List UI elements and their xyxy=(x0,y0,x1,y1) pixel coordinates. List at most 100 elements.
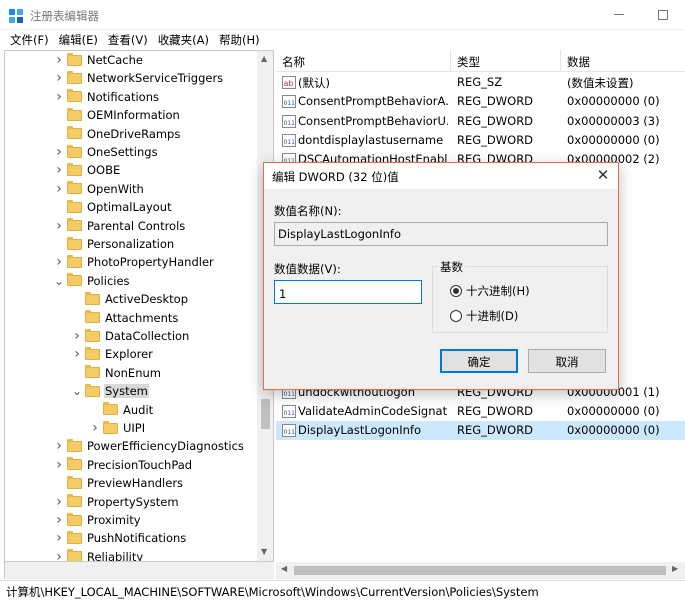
chevron-down-icon[interactable]: ⌄ xyxy=(71,384,83,398)
column-divider[interactable] xyxy=(450,50,451,72)
chevron-right-icon[interactable]: › xyxy=(53,457,65,473)
dec-radio-button[interactable] xyxy=(450,310,462,322)
tree-horizontal-scrollbar[interactable] xyxy=(4,562,274,579)
tree-item-label[interactable]: Proximity xyxy=(86,513,142,527)
value-data-input[interactable] xyxy=(274,280,422,304)
tree-item-label[interactable]: Notifications xyxy=(86,90,160,104)
hex-radio-option[interactable]: 十六进制(H) xyxy=(450,283,530,299)
scrollbar-thumb[interactable] xyxy=(261,399,270,429)
chevron-right-icon[interactable]: › xyxy=(53,512,65,528)
menu-file[interactable]: 文件(F) xyxy=(0,30,54,50)
tree-item[interactable]: › Explorer xyxy=(71,345,154,363)
column-header-name[interactable]: 名称 xyxy=(282,54,305,70)
chevron-right-icon[interactable]: › xyxy=(53,70,65,86)
tree-item[interactable]: › OOBE xyxy=(53,161,121,179)
tree-item-label[interactable]: PowerEfficiencyDiagnostics xyxy=(86,439,245,453)
tree-item[interactable]: › PropertySystem xyxy=(53,493,180,511)
chevron-right-icon[interactable]: › xyxy=(53,162,65,178)
tree-item-label[interactable]: OneDriveRamps xyxy=(86,127,181,141)
tree-item-label[interactable]: PushNotifications xyxy=(86,531,187,545)
scroll-down-icon[interactable]: ▼ xyxy=(261,547,267,556)
tree-item-label[interactable]: Policies xyxy=(86,274,131,288)
registry-key-tree[interactable]: › NetCache › NetworkServiceTriggers › Notific… xyxy=(4,50,274,562)
maximize-button[interactable] xyxy=(658,10,668,20)
chevron-right-icon[interactable]: › xyxy=(53,530,65,546)
tree-item-label[interactable]: PropertySystem xyxy=(86,495,180,509)
tree-item[interactable]: ⌄ Policies xyxy=(53,272,131,290)
list-horizontal-scrollbar[interactable]: ◀ ▶ xyxy=(276,562,685,579)
tree-item-label[interactable]: Attachments xyxy=(104,311,179,325)
chevron-right-icon[interactable]: › xyxy=(89,420,101,436)
chevron-down-icon[interactable]: ⌄ xyxy=(53,274,65,288)
tree-item[interactable]: OptimalLayout xyxy=(53,198,173,216)
tree-item-label[interactable]: NonEnum xyxy=(104,366,162,380)
scroll-right-icon[interactable]: ▶ xyxy=(672,564,678,573)
tree-item[interactable]: › Reliability xyxy=(53,548,144,561)
tree-item[interactable]: › PushNotifications xyxy=(53,529,187,547)
tree-item-label[interactable]: OOBE xyxy=(86,163,121,177)
tree-item[interactable]: › NetworkServiceTriggers xyxy=(53,69,224,87)
tree-item-label[interactable]: Audit xyxy=(122,403,154,417)
chevron-right-icon[interactable]: › xyxy=(53,89,65,105)
tree-item-label[interactable]: OpenWith xyxy=(86,182,145,196)
chevron-right-icon[interactable]: › xyxy=(53,549,65,561)
scrollbar-thumb[interactable] xyxy=(294,566,666,575)
tree-item[interactable]: › DataCollection xyxy=(71,327,190,345)
tree-item-label[interactable]: PreviewHandlers xyxy=(86,476,184,490)
tree-item[interactable]: Personalization xyxy=(53,235,175,253)
chevron-right-icon[interactable]: › xyxy=(53,218,65,234)
tree-item-label[interactable]: ActiveDesktop xyxy=(104,292,189,306)
chevron-right-icon[interactable]: › xyxy=(53,494,65,510)
hex-radio-button[interactable] xyxy=(450,285,462,297)
tree-item[interactable]: › NetCache xyxy=(53,51,144,69)
chevron-right-icon[interactable]: › xyxy=(53,438,65,454)
tree-item[interactable]: › PrecisionTouchPad xyxy=(53,456,193,474)
tree-item-label[interactable]: UIPI xyxy=(122,421,146,435)
tree-item[interactable]: › PhotoPropertyHandler xyxy=(53,253,215,271)
tree-item[interactable]: › Notifications xyxy=(53,88,160,106)
chevron-right-icon[interactable]: › xyxy=(71,346,83,362)
tree-item[interactable]: OEMInformation xyxy=(53,106,181,124)
chevron-right-icon[interactable]: › xyxy=(53,52,65,68)
tree-item[interactable]: › OpenWith xyxy=(53,180,145,198)
tree-item[interactable]: Audit xyxy=(89,401,154,419)
chevron-right-icon[interactable]: › xyxy=(53,254,65,270)
tree-item[interactable]: › Parental Controls xyxy=(53,217,186,235)
tree-item-label[interactable]: Explorer xyxy=(104,347,154,361)
cancel-button[interactable]: 取消 xyxy=(528,349,606,373)
value-row[interactable]: 011 dontdisplaylastusername REG_DWORD 0x000… xyxy=(276,131,685,150)
tree-item-label[interactable]: Parental Controls xyxy=(86,219,186,233)
scroll-up-icon[interactable]: ▲ xyxy=(261,54,267,63)
minimize-button[interactable] xyxy=(614,14,624,15)
tree-item[interactable]: OneDriveRamps xyxy=(53,125,181,143)
value-row[interactable]: 011 ConsentPromptBehaviorA... REG_DWORD 0x0… xyxy=(276,92,685,111)
tree-item-label[interactable]: DataCollection xyxy=(104,329,190,343)
tree-item-label[interactable]: PhotoPropertyHandler xyxy=(86,255,215,269)
menu-help[interactable]: 帮助(H) xyxy=(214,30,265,50)
menu-favorites[interactable]: 收藏夹(A) xyxy=(153,30,214,50)
tree-item[interactable]: PreviewHandlers xyxy=(53,474,184,492)
tree-item[interactable]: ActiveDesktop xyxy=(71,290,189,308)
chevron-right-icon[interactable]: › xyxy=(53,144,65,160)
menu-view[interactable]: 查看(V) xyxy=(103,30,153,50)
dec-radio-option[interactable]: 十进制(D) xyxy=(450,308,518,324)
tree-item[interactable]: ⌄ System xyxy=(71,382,149,400)
tree-item[interactable]: Attachments xyxy=(71,309,179,327)
value-row[interactable]: ab (默认) REG_SZ (数值未设置) xyxy=(276,73,685,92)
chevron-right-icon[interactable]: › xyxy=(53,181,65,197)
tree-item-label[interactable]: OEMInformation xyxy=(86,108,181,122)
tree-item-label[interactable]: System xyxy=(104,384,149,399)
tree-item-label[interactable]: OneSettings xyxy=(86,145,159,159)
tree-item-label[interactable]: Reliability xyxy=(86,550,144,561)
tree-item[interactable]: › UIPI xyxy=(89,419,146,437)
value-row[interactable]: 011 ConsentPromptBehaviorU... REG_DWORD 0x0… xyxy=(276,112,685,131)
tree-item-label[interactable]: NetworkServiceTriggers xyxy=(86,71,224,85)
column-divider[interactable] xyxy=(560,50,561,72)
tree-item-label[interactable]: NetCache xyxy=(86,53,144,67)
tree-item[interactable]: › Proximity xyxy=(53,511,142,529)
ok-button[interactable]: 确定 xyxy=(440,349,518,373)
column-header-type[interactable]: 类型 xyxy=(457,54,480,70)
hex-radio-label[interactable]: 十六进制(H) xyxy=(466,283,530,299)
value-row[interactable]: 011 DisplayLastLogonInfo REG_DWORD 0x000000… xyxy=(276,421,685,441)
tree-item-label[interactable]: Personalization xyxy=(86,237,175,251)
